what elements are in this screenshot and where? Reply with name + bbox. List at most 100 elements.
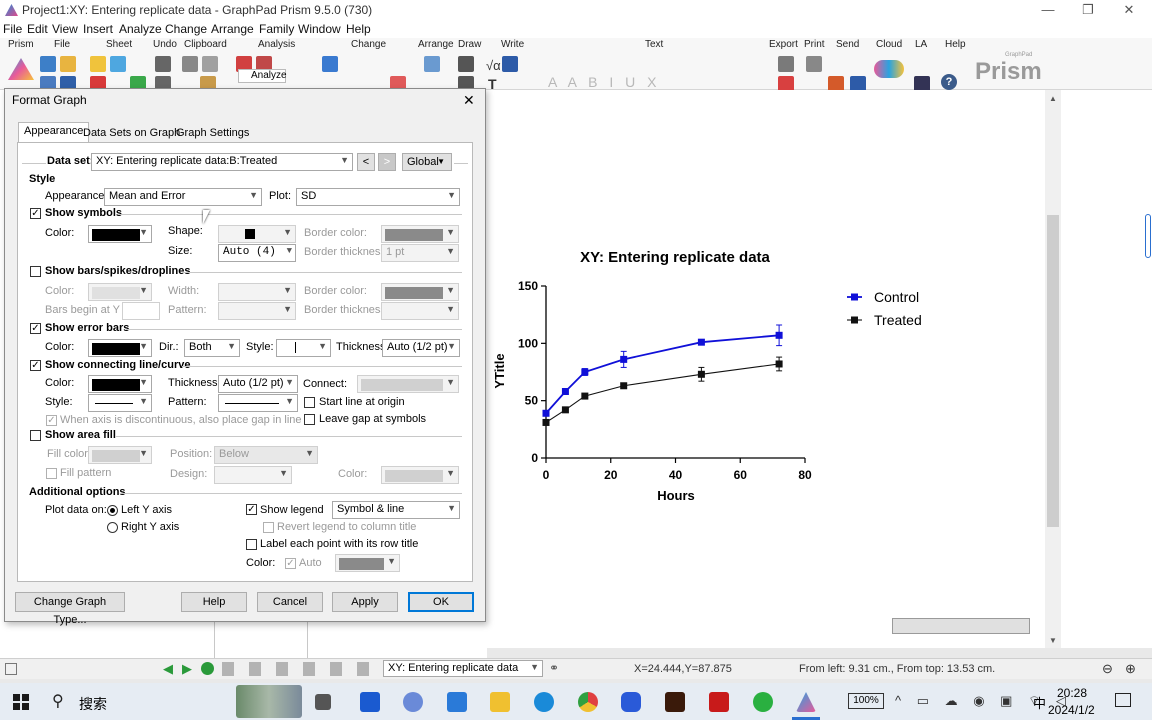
undo-icon[interactable] [155,56,171,72]
direction-select[interactable]: Both ▼ [184,339,240,357]
page-scrollbar[interactable]: ▲ ▼ [1045,90,1061,648]
new-file-icon[interactable] [40,56,56,72]
view-icons[interactable] [222,662,377,676]
app-icon-l[interactable] [360,692,380,712]
word-text-icon[interactable] [502,56,518,72]
border-color-select[interactable]: ▼ [381,225,459,243]
dialog-close-button[interactable]: ✕ [463,92,475,109]
scroll-handle[interactable] [1145,214,1151,258]
bar-color-select[interactable]: ▼ [88,283,152,301]
zoom-out-icon[interactable]: ⊖ [1102,661,1113,677]
menu-family[interactable]: Family [259,22,294,36]
battery-icon[interactable]: 100% [848,693,884,709]
calendar-icon[interactable] [447,692,467,712]
line-thickness-select[interactable]: Auto (1/2 pt) ▼ [218,375,298,393]
global-button[interactable]: Global ▼ [402,153,452,171]
auto-color-checkbox[interactable]: ✓ [285,558,296,569]
change-graph-icon[interactable] [322,56,338,72]
fill-color-select[interactable]: ▼ [88,446,152,464]
acrobat-icon[interactable] [709,692,729,712]
bar-border-color-select[interactable]: ▼ [381,283,459,301]
menu-arrange[interactable]: Arrange [211,22,254,36]
prev-dataset-button[interactable]: < [357,153,375,171]
line-color-select[interactable]: ▼ [88,375,152,393]
legend-select[interactable]: Symbol & line ▼ [332,501,460,519]
floating-toolbar[interactable] [892,618,1030,634]
navigate-icon[interactable] [201,662,214,675]
size-select[interactable]: Auto (4) ▼ [218,244,296,262]
sheet-selector[interactable]: XY: Entering replicate data ▼ [383,660,543,677]
task-view-icon[interactable] [315,694,331,710]
tab-graph-settings[interactable]: Graph Settings [171,125,254,143]
sheet-options-icon[interactable] [110,56,126,72]
position-select[interactable]: Below ▼ [214,446,318,464]
menu-help[interactable]: Help [346,22,371,36]
right-y-axis-radio[interactable] [107,522,118,533]
dataset-select[interactable]: XY: Entering replicate data:B:Treated ▼ [91,153,353,171]
chrome-icon[interactable] [578,692,598,712]
revert-legend-checkbox[interactable] [263,522,274,533]
draw-line-icon[interactable] [458,56,474,72]
show-legend-checkbox[interactable]: ✓ [246,504,257,515]
next-dataset-button[interactable]: > [378,153,396,171]
wechat-icon[interactable] [753,692,773,712]
show-area-fill-checkbox[interactable] [30,430,41,441]
windows-start-icon[interactable] [13,694,29,710]
shape-select[interactable]: ▼ [218,225,296,243]
menu-view[interactable]: View [52,22,78,36]
appearance-select[interactable]: Mean and Error ▼ [104,188,262,206]
leave-gap-checkbox[interactable] [304,414,315,425]
fill-pattern-checkbox[interactable] [46,468,57,479]
analyze-button[interactable]: Analyze [238,69,287,83]
taskbar-search-label[interactable]: 搜索 [79,694,107,714]
cloud-icon[interactable] [874,60,904,78]
prev-sheet-icon[interactable]: ◀ [163,661,173,677]
app-icon-blue[interactable] [621,692,641,712]
close-window-button[interactable]: ✕ [1106,1,1152,19]
show-error-bars-checkbox[interactable]: ✓ [30,323,41,334]
menu-insert[interactable]: Insert [83,22,113,36]
menu-window[interactable]: Window [298,22,341,36]
scroll-down-arrow[interactable]: ▼ [1049,636,1057,645]
start-origin-checkbox[interactable] [304,397,315,408]
width-select[interactable]: ▼ [218,283,296,301]
ok-button[interactable]: OK [408,592,474,612]
fill-design-color-select[interactable]: ▼ [381,466,459,484]
scroll-thumb[interactable] [1047,215,1059,527]
arrange-icon[interactable] [424,56,440,72]
tab-data-sets[interactable]: Data Sets on Graph [78,125,185,143]
label-color-select[interactable]: ▼ [335,554,400,572]
line-style-select[interactable]: ▼ [88,394,152,412]
bars-begin-input[interactable] [122,302,160,320]
plot-select[interactable]: SD ▼ [296,188,460,206]
error-color-select[interactable]: ▼ [88,339,152,357]
bar-border-thickness-select[interactable]: ▼ [381,302,459,320]
print-icon[interactable] [806,56,822,72]
cut-icon[interactable] [182,56,198,72]
design-select[interactable]: ▼ [214,466,292,484]
scroll-up-arrow[interactable]: ▲ [1049,94,1057,103]
search-icon[interactable]: ⚲ [52,691,64,711]
export-icon[interactable] [778,56,794,72]
open-file-icon[interactable] [60,56,76,72]
equation-icon[interactable]: √α [486,58,501,73]
show-connecting-checkbox[interactable]: ✓ [30,360,41,371]
app-icon-r[interactable] [403,692,423,712]
menu-analyze[interactable]: Analyze [119,22,162,36]
change-graph-type-button[interactable]: Change Graph Type... [15,592,125,626]
new-sheet-icon[interactable] [90,56,106,72]
label-each-point-checkbox[interactable] [246,539,257,550]
prism-taskbar-icon[interactable] [796,692,816,712]
bar-pattern-select[interactable]: ▼ [218,302,296,320]
ime-indicator[interactable]: 中 [1033,693,1046,712]
link-icon[interactable]: ⚭ [549,661,559,675]
show-bars-checkbox[interactable] [30,266,41,277]
left-y-axis-radio[interactable] [107,505,118,516]
error-thickness-select[interactable]: Auto (1/2 pt) ▼ [382,339,460,357]
edge-browser-icon[interactable] [534,692,554,712]
border-thickness-select[interactable]: 1 pt ▼ [381,244,459,262]
symbol-color-select[interactable]: ▼ [88,225,152,243]
next-sheet-icon[interactable]: ▶ [182,661,192,677]
help-button[interactable]: Help [181,592,247,612]
apply-button[interactable]: Apply [332,592,398,612]
